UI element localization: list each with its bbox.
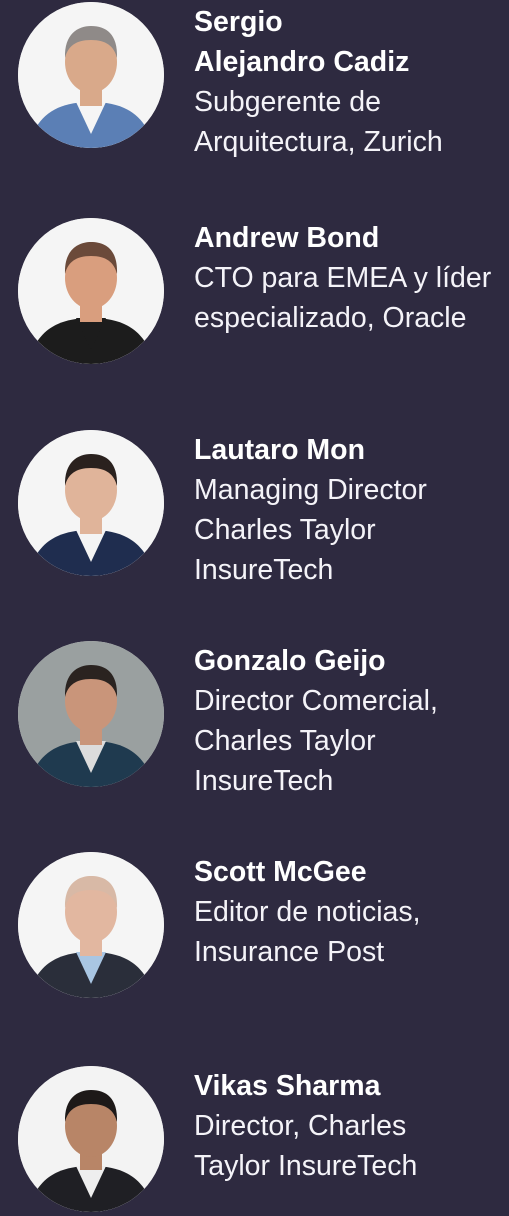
person-photo-icon — [18, 1066, 164, 1212]
speaker-role: CTO para EMEA y líder — [194, 262, 492, 294]
speaker-name: Gonzalo Geijo — [194, 645, 386, 677]
speaker-name: Vikas Sharma — [194, 1070, 381, 1102]
speaker-avatar — [18, 852, 164, 998]
speaker-info: Scott McGee Editor de noticias, Insurance … — [194, 852, 509, 972]
speaker-card: Vikas Sharma Director, Charles Taylor Insu… — [0, 1066, 509, 1216]
speaker-role: Charles Taylor — [194, 725, 376, 757]
speaker-info: Vikas Sharma Director, Charles Taylor Insu… — [194, 1066, 509, 1186]
speaker-role: InsureTech — [194, 765, 334, 797]
speaker-avatar — [18, 1066, 164, 1212]
speaker-card: Scott McGee Editor de noticias, Insurance … — [0, 852, 509, 1002]
speaker-avatar — [18, 641, 164, 787]
speaker-name: Lautaro Mon — [194, 434, 365, 466]
speaker-info: Gonzalo Geijo Director Comercial, Charles … — [194, 641, 509, 801]
speaker-role: Subgerente de — [194, 86, 381, 118]
speaker-card: Lautaro Mon Managing Director Charles Tayl… — [0, 430, 509, 586]
speaker-role: Arquitectura, Zurich — [194, 126, 443, 158]
speaker-name: Scott McGee — [194, 856, 367, 888]
speaker-avatar — [18, 218, 164, 364]
speaker-role: Insurance Post — [194, 936, 385, 968]
speaker-name: Alejandro Cadiz — [194, 46, 410, 78]
speaker-card: Gonzalo Geijo Director Comercial, Charles … — [0, 641, 509, 797]
speaker-role: Editor de noticias, — [194, 896, 421, 928]
person-photo-icon — [18, 852, 164, 998]
person-photo-icon — [18, 430, 164, 576]
speaker-role: Charles Taylor — [194, 514, 376, 546]
speaker-info: Sergio Alejandro Cadiz Subgerente de Arquit… — [194, 2, 509, 162]
speaker-card: Andrew Bond CTO para EMEA y líder especial… — [0, 218, 509, 368]
speaker-role: Director Comercial, — [194, 685, 438, 717]
speaker-role: Director, Charles — [194, 1110, 407, 1142]
speaker-name: Andrew Bond — [194, 222, 380, 254]
speaker-card: Sergio Alejandro Cadiz Subgerente de Arquit… — [0, 2, 509, 158]
speaker-role: Taylor InsureTech — [194, 1150, 418, 1182]
person-photo-icon — [18, 218, 164, 364]
person-photo-icon — [18, 2, 164, 148]
speaker-role: Managing Director — [194, 474, 427, 506]
speaker-info: Lautaro Mon Managing Director Charles Tayl… — [194, 430, 509, 590]
speaker-name: Sergio — [194, 6, 283, 38]
speaker-avatar — [18, 2, 164, 148]
speaker-role: especializado, Oracle — [194, 302, 467, 334]
speaker-info: Andrew Bond CTO para EMEA y líder especial… — [194, 218, 509, 338]
person-photo-icon — [18, 641, 164, 787]
speaker-role: InsureTech — [194, 554, 334, 586]
speaker-avatar — [18, 430, 164, 576]
